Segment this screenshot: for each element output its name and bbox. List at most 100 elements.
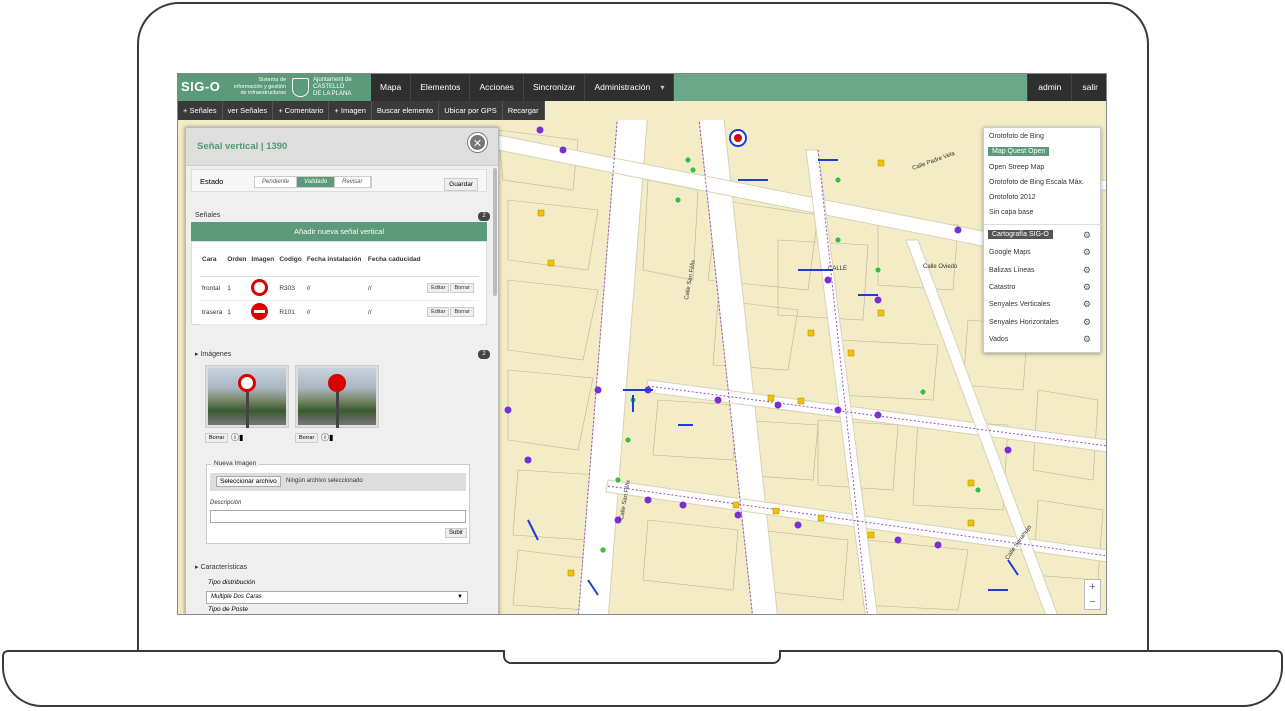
image-thumbnail[interactable]: [295, 365, 379, 428]
info-comment-icon[interactable]: ⓘ▮: [231, 432, 243, 443]
search-element-button[interactable]: Buscar elemento: [372, 101, 440, 120]
caracteristicas-section-title[interactable]: ▸ Características: [195, 563, 247, 571]
gear-icon[interactable]: ⚙: [1083, 230, 1091, 241]
zoom-out-button[interactable]: −: [1085, 595, 1100, 610]
edit-button[interactable]: Editar: [427, 283, 450, 293]
description-label: Descripción: [210, 500, 242, 506]
cell-codigo: R101: [277, 300, 305, 325]
layer-vados[interactable]: Vados: [989, 336, 1008, 343]
layer-mapquest[interactable]: Map Quest Open: [988, 147, 1050, 156]
delete-image-button[interactable]: Borrar: [205, 433, 229, 443]
upload-button[interactable]: Subir: [444, 528, 467, 538]
locate-gps-button[interactable]: Ubicar por GPS: [439, 101, 503, 120]
layer-osm[interactable]: Open Streep Map: [989, 164, 1044, 171]
panel-scrollbar[interactable]: [493, 168, 497, 296]
delete-image-button[interactable]: Borrar: [295, 433, 319, 443]
col-fecha-caducidad: Fecha caducidad: [365, 254, 426, 277]
senales-section-title: Señales: [195, 212, 221, 219]
brand-area[interactable]: SIG-O Sistema de información y gestión d…: [178, 74, 371, 101]
cell-codigo: R303: [277, 276, 305, 301]
nav-mapa[interactable]: Mapa: [371, 74, 412, 101]
nav-sincronizar[interactable]: Sincronizar: [524, 74, 586, 101]
nav-administracion[interactable]: Administración: [585, 74, 675, 101]
city-name: Ajuntament de CASTELLÓ DE LA PLANA: [313, 77, 352, 97]
close-icon[interactable]: ✕: [468, 133, 487, 152]
layer-senyales-horizontales[interactable]: Senyales Horizontales: [989, 319, 1059, 326]
laptop-notch: [503, 650, 781, 664]
city-crest-icon: [292, 78, 309, 97]
estado-option-revisar[interactable]: Revisar: [335, 177, 371, 187]
no-entry-sign-icon: [251, 302, 269, 320]
layer-ortofoto-2012[interactable]: Orotofoto 2012: [989, 194, 1036, 201]
gear-icon[interactable]: ⚙: [1083, 299, 1091, 310]
imagenes-count-badge: 2: [478, 350, 490, 359]
view-signals-button[interactable]: ver Señales: [223, 101, 274, 120]
layer-senyales-verticales[interactable]: Senyales Verticales: [989, 301, 1050, 308]
col-codigo: Codigo: [277, 254, 305, 277]
layer-group-cartografia[interactable]: Cartografía SIG-O: [988, 230, 1053, 239]
col-fecha-instalacion: Fecha instalación: [304, 254, 366, 277]
save-button[interactable]: Guardar: [444, 178, 478, 191]
add-signals-button[interactable]: + Señales: [178, 101, 223, 120]
estado-label: Estado: [200, 177, 224, 186]
gear-icon[interactable]: ⚙: [1083, 334, 1091, 345]
cell-orden: 1: [225, 276, 250, 301]
top-navbar: SIG-O Sistema de información y gestión d…: [178, 74, 1106, 101]
reload-button[interactable]: Recargar: [503, 101, 545, 120]
delete-button[interactable]: Borrar: [450, 307, 474, 317]
estado-row: Estado Pendiente Validado Revisar Guarda…: [191, 169, 487, 192]
new-image-legend: Nueva Imagen: [211, 460, 260, 467]
gear-icon[interactable]: ⚙: [1083, 282, 1091, 293]
layer-none[interactable]: Sin capa base: [989, 209, 1033, 216]
nav-admin[interactable]: admin: [1027, 74, 1071, 101]
add-signal-button[interactable]: Añadir nueva señal vertical: [191, 222, 487, 241]
gear-icon[interactable]: ⚙: [1083, 317, 1091, 328]
zoom-control: + −: [1084, 579, 1101, 610]
add-comment-button[interactable]: + Comentario: [273, 101, 330, 120]
file-row: Seleccionar archivo Ningún archivo selec…: [210, 473, 466, 491]
gear-icon[interactable]: ⚙: [1083, 247, 1091, 258]
layer-balizas[interactable]: Balizas Líneas: [989, 267, 1035, 274]
edit-button[interactable]: Editar: [427, 307, 450, 317]
no-left-turn-sign-icon: [251, 278, 269, 296]
choose-file-button[interactable]: Seleccionar archivo: [216, 476, 281, 487]
new-image-fieldset: Nueva Imagen Seleccionar archivo Ningún …: [206, 460, 470, 544]
tipo-distribucion-select[interactable]: Multiple Dos Caras ▼: [206, 591, 468, 604]
add-image-button[interactable]: + Imagen: [329, 101, 372, 120]
main-nav: Mapa Elementos Acciones Sincronizar Admi…: [371, 74, 675, 101]
nav-salir[interactable]: salir: [1071, 74, 1106, 101]
file-status-text: Ningún archivo seleccionado: [286, 478, 363, 484]
signals-table: Cara Orden Imagen Codigo Fecha instalaci…: [200, 254, 479, 325]
estado-option-validado[interactable]: Validado: [297, 177, 336, 187]
layer-catastro[interactable]: Catastro: [989, 284, 1015, 291]
user-nav: admin salir: [1027, 74, 1106, 101]
description-input[interactable]: [210, 510, 466, 523]
app-screen: Calle San Félix Calle San Félix Calle Ov…: [177, 73, 1107, 615]
app-logo: SIG-O: [181, 79, 221, 94]
table-row: frontal 1 R303 // // Editar Borrar: [200, 276, 479, 301]
layer-bing-max[interactable]: Orotofoto de Bing Escala Máx.: [989, 179, 1084, 186]
cell-cara: frontal: [200, 276, 226, 301]
imagenes-section-title[interactable]: ▸ Imágenes: [195, 350, 231, 358]
brand-tagline: Sistema de información y gestión de infr…: [234, 77, 286, 96]
zoom-in-button[interactable]: +: [1085, 580, 1100, 595]
col-actions: [425, 254, 479, 277]
gear-icon[interactable]: ⚙: [1083, 265, 1091, 276]
tipo-poste-label: Tipo de Poste: [208, 606, 249, 613]
map-toolbar: + Señales ver Señales + Comentario + Ima…: [178, 101, 545, 120]
info-comment-icon[interactable]: ⓘ▮: [321, 432, 333, 443]
signal-detail-panel: Señal vertical | 1390 ✕ Estado Pendiente…: [185, 127, 499, 614]
tipo-distribucion-label: Tipo distribución: [208, 579, 256, 586]
col-orden: Orden: [225, 254, 250, 277]
image-thumbnail[interactable]: [205, 365, 289, 428]
cell-actions: Editar Borrar: [425, 276, 479, 301]
delete-button[interactable]: Borrar: [450, 283, 474, 293]
nav-elementos[interactable]: Elementos: [411, 74, 471, 101]
nav-acciones[interactable]: Acciones: [470, 74, 524, 101]
cell-orden: 1: [225, 300, 250, 325]
layer-bing[interactable]: Orotofoto de Bing: [989, 133, 1044, 140]
layer-google-maps[interactable]: Google Maps: [989, 249, 1031, 256]
chevron-down-icon: ▼: [457, 594, 463, 600]
estado-option-pendiente[interactable]: Pendiente: [255, 177, 298, 187]
street-label-oviedo: Calle Oviedo: [923, 264, 958, 270]
